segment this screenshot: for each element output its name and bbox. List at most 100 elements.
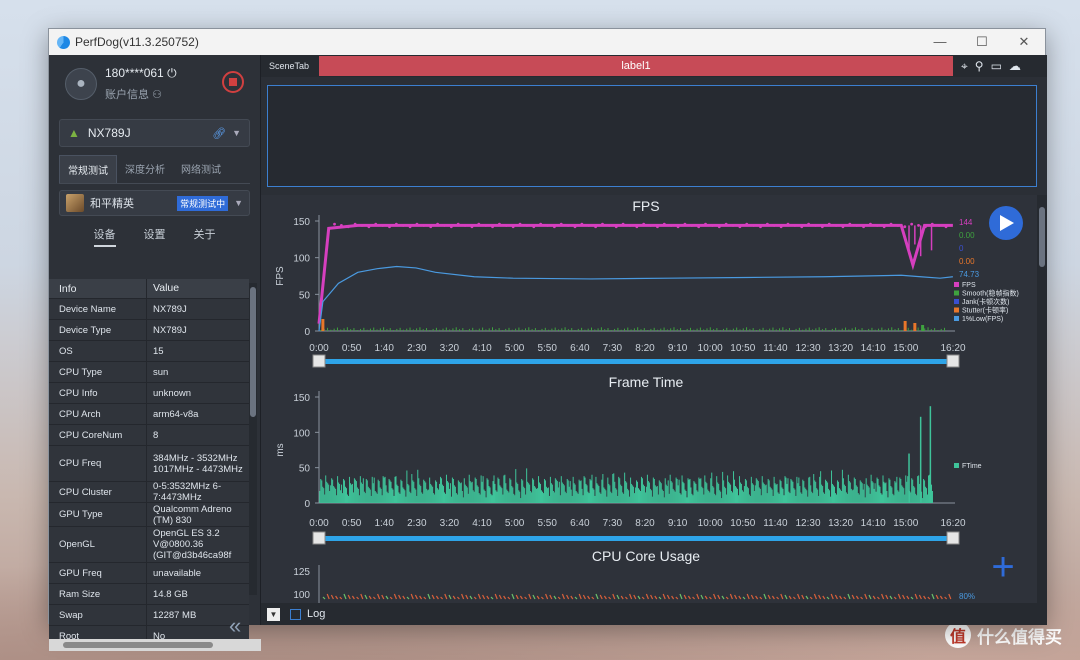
cpu-usage-mark <box>582 594 586 600</box>
folder-icon[interactable]: ▭ <box>991 59 1002 74</box>
x-tick-label: 7:30 <box>603 343 623 354</box>
collapse-panel-icon[interactable]: « <box>229 613 241 639</box>
cpu-usage-mark <box>881 593 885 600</box>
legend-value: 0.00 <box>959 257 975 266</box>
cpu-usage-mark <box>738 595 742 600</box>
android-icon: ▲ <box>68 126 80 140</box>
cpu-usage-mark <box>540 596 544 600</box>
cpu-usage-mark <box>902 594 906 600</box>
stop-icon <box>229 78 237 86</box>
app-selector[interactable]: 和平精英 常规测试中 ▼ <box>59 190 250 216</box>
cpu-usage-mark <box>591 596 595 600</box>
close-button[interactable]: ✕ <box>1003 34 1045 50</box>
fps-point <box>896 224 900 227</box>
game-icon <box>66 194 84 212</box>
cpu-usage-mark <box>595 593 599 600</box>
legend-label: 1%Low(FPS) <box>962 316 1003 323</box>
cpu-usage-mark <box>927 596 931 600</box>
cpu-usage-mark <box>734 594 738 600</box>
cpu-usage-mark <box>839 595 843 600</box>
fps-point <box>443 224 446 227</box>
fps-point <box>800 225 804 229</box>
info-value: 8 <box>153 429 159 441</box>
fps-line <box>317 223 953 324</box>
fps-point <box>772 224 776 227</box>
cpu-usage-mark <box>692 596 696 600</box>
cpu-usage-mark <box>679 593 683 600</box>
cpu-usage-mark <box>910 596 914 600</box>
add-chart-button[interactable]: + <box>991 545 1014 589</box>
table-header-row: Info Value <box>49 279 249 299</box>
tab-settings[interactable]: 设置 <box>144 226 166 247</box>
avatar[interactable]: ● <box>65 68 97 100</box>
tab-normal-test[interactable]: 常规测试 <box>59 155 117 183</box>
table-row: OS 15 <box>49 341 249 362</box>
tab-deep-analysis[interactable]: 深度分析 <box>117 155 173 183</box>
watermark-logo-icon: 值 <box>945 622 971 648</box>
location-icon[interactable]: ⌖ <box>961 59 968 74</box>
cpu-usage-mark <box>444 593 448 600</box>
y-tick-label: 50 <box>299 290 311 301</box>
fps-point <box>642 222 646 226</box>
cpu-usage-mark <box>545 593 549 600</box>
label-tab[interactable]: label1 <box>319 56 953 76</box>
cpu-usage-mark <box>368 595 372 600</box>
x-tick-label: 14:10 <box>861 518 886 529</box>
cpu-usage-mark <box>452 595 456 600</box>
cloud-icon[interactable]: ☁ <box>1009 59 1021 74</box>
expand-down-button[interactable]: ▼ <box>267 607 280 621</box>
cpu-usage-mark <box>414 594 418 600</box>
cpu-usage-mark <box>448 594 452 600</box>
fps-point <box>580 222 584 226</box>
cpu-usage-mark <box>788 595 792 600</box>
logout-icon[interactable]: ⏻ <box>167 66 177 80</box>
charts-scrollbar[interactable] <box>1037 195 1047 603</box>
tab-device[interactable]: 设备 <box>93 226 116 247</box>
cpu-usage-mark <box>461 593 465 600</box>
info-value: sun <box>153 366 169 378</box>
log-checkbox[interactable] <box>290 608 301 620</box>
pin-icon[interactable]: ⚲ <box>975 59 984 74</box>
fps-point <box>711 224 714 227</box>
horizontal-scrollbar[interactable] <box>49 639 261 651</box>
fps-point <box>827 222 831 226</box>
tab-network-test[interactable]: 网络测试 <box>173 155 229 183</box>
cpu-usage-mark <box>574 596 578 600</box>
scene-tab[interactable]: SceneTab <box>261 61 319 71</box>
maximize-button[interactable]: ☐ <box>961 34 1003 50</box>
x-tick-label: 4:10 <box>472 518 492 529</box>
info-scrollbar[interactable] <box>249 283 257 595</box>
x-tick-label: 3:20 <box>440 343 460 354</box>
cpu-usage-mark <box>746 593 750 600</box>
cpu-usage-mark <box>351 595 355 600</box>
cpu-usage-mark <box>633 594 637 600</box>
stop-test-button[interactable] <box>222 71 244 93</box>
cpu-usage-mark <box>326 593 330 600</box>
cpu-usage-mark <box>372 596 376 600</box>
fps-point <box>662 222 666 226</box>
minimize-button[interactable]: — <box>919 34 961 50</box>
x-tick-label: 0:50 <box>342 518 362 529</box>
cpu-usage-mark <box>948 593 952 600</box>
tab-about[interactable]: 关于 <box>194 226 216 247</box>
fps-point <box>470 225 474 229</box>
cpu-usage-mark <box>410 593 414 600</box>
app-window: PerfDog(v11.3.250752) — ☐ ✕ ● 180****061… <box>48 28 1047 651</box>
fps-point <box>656 225 659 229</box>
fps-point <box>930 222 934 226</box>
fps-point <box>759 225 762 229</box>
cpu-usage-mark <box>763 593 767 600</box>
x-tick-label: 10:00 <box>698 518 723 529</box>
device-selector[interactable]: ▲ NX789J 🔗︎ ▼ <box>59 119 250 147</box>
cpu-usage-mark <box>431 594 435 600</box>
x-tick-label: 15:00 <box>893 518 918 529</box>
x-tick-label: 1:40 <box>374 518 394 529</box>
cpu-usage-mark <box>435 595 439 600</box>
connection-link-icon[interactable]: 🔗︎ <box>212 127 226 140</box>
info-key: CPU CoreNum <box>49 425 147 445</box>
fps-point <box>924 225 927 229</box>
legend-label: Smooth(稳帧指数) <box>962 289 1019 298</box>
fps-point <box>793 224 797 227</box>
cpu-usage-mark <box>771 595 775 600</box>
account-info-link[interactable]: 账户信息 <box>105 89 149 101</box>
